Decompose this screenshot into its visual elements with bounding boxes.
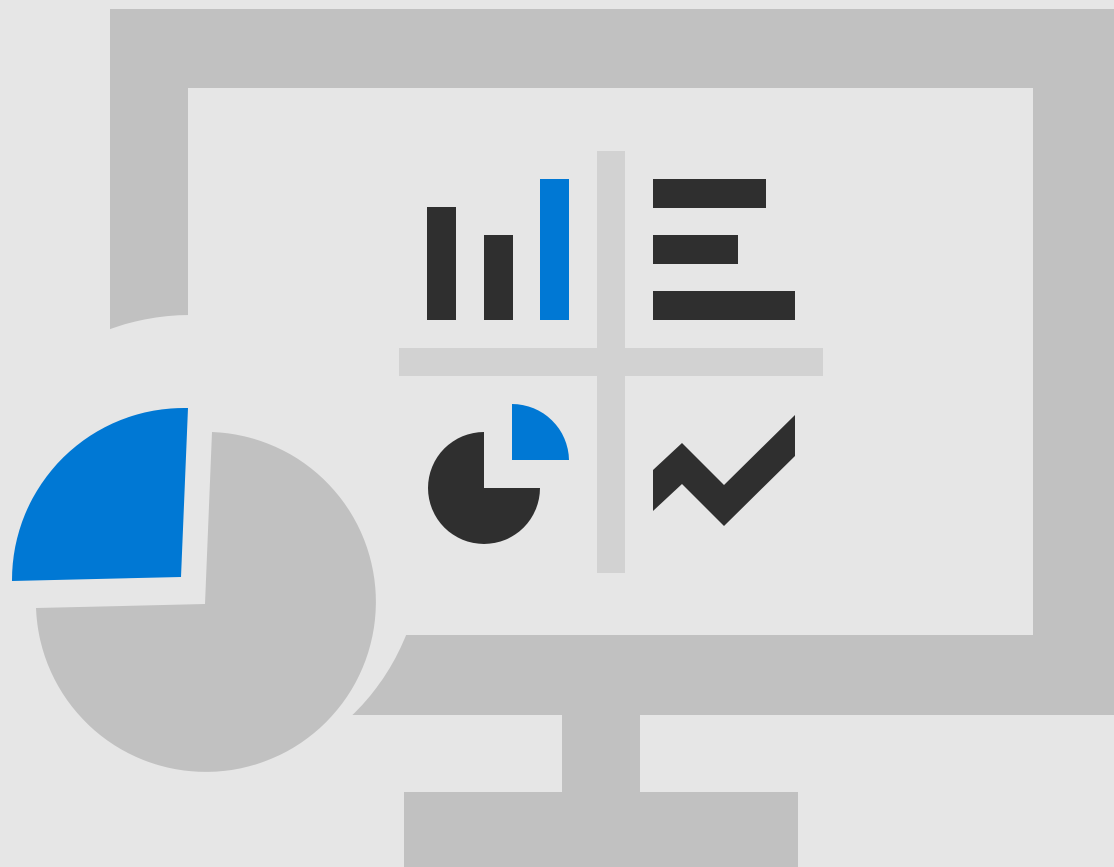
bar-3 <box>540 179 569 320</box>
dashboard-illustration <box>0 0 1114 867</box>
hbar-1 <box>653 179 766 208</box>
divider-horizontal <box>399 348 823 376</box>
hbar-3 <box>653 291 795 320</box>
bar-1 <box>427 207 456 320</box>
monitor-neck <box>562 713 640 795</box>
monitor-stand <box>404 792 798 867</box>
bar-2 <box>484 235 513 320</box>
hbar-2 <box>653 235 738 264</box>
illustration-canvas <box>0 0 1114 867</box>
